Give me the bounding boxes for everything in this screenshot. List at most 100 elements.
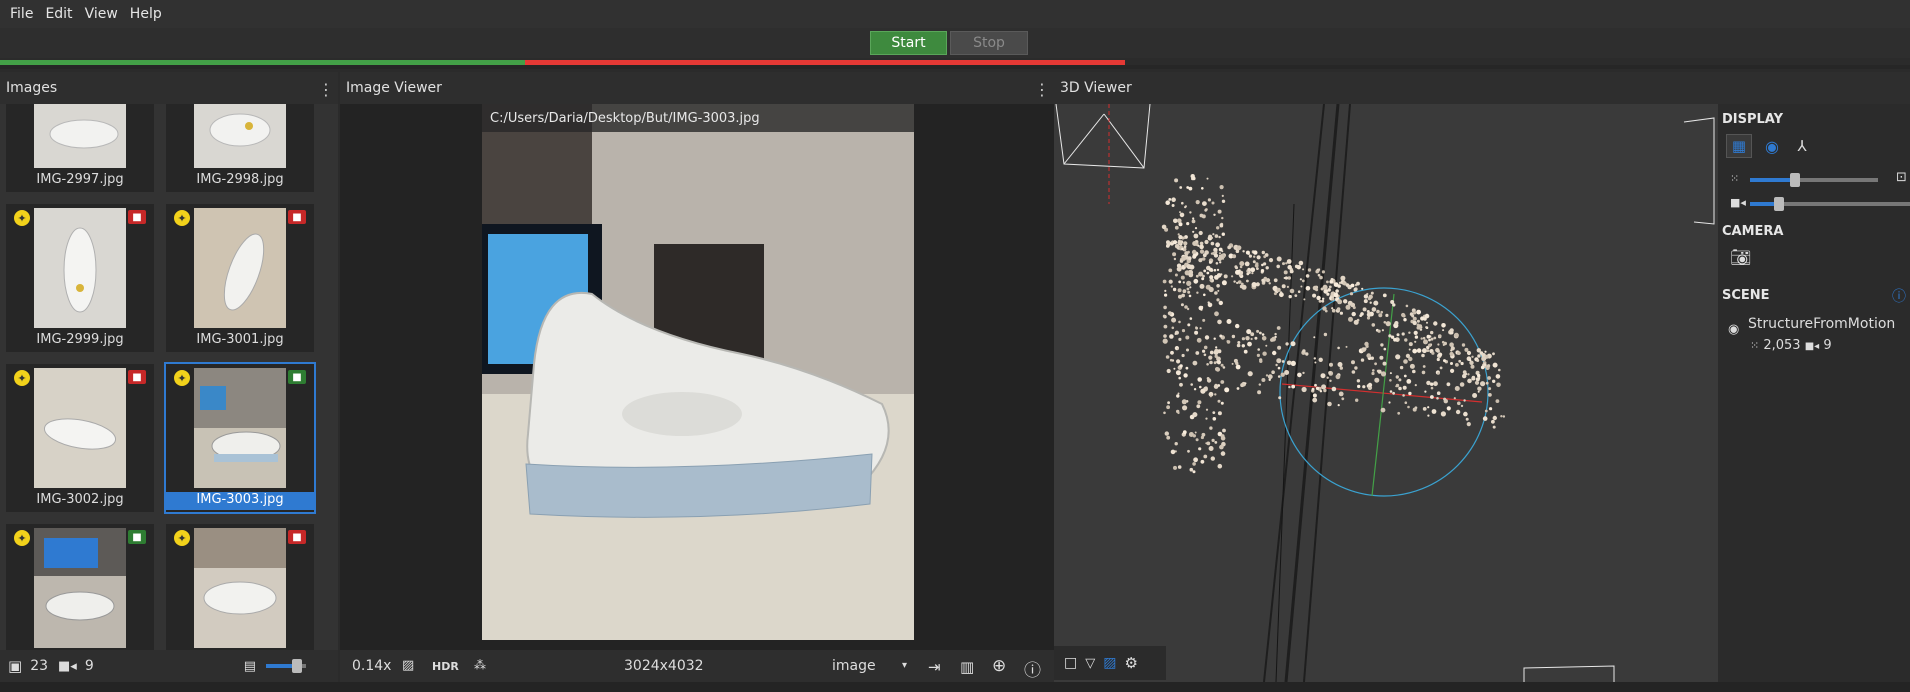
cloud-point [1244, 261, 1250, 267]
cloud-point [1213, 384, 1219, 389]
axis-display-icon[interactable]: ⅄ [1790, 134, 1814, 158]
start-button[interactable]: Start [870, 31, 947, 55]
cloud-point [1208, 267, 1213, 272]
cloud-point [1337, 299, 1343, 305]
cloud-point [1214, 234, 1219, 238]
cloud-point [1313, 357, 1316, 360]
thumbnail[interactable]: ✦ ■ IMG-3001.jpg [166, 204, 314, 352]
cloud-point [1436, 397, 1439, 400]
cloud-point [1217, 289, 1220, 292]
cloud-point [1414, 335, 1419, 339]
point-cloud [1055, 104, 1715, 682]
zoom-level[interactable]: 0.14x [352, 658, 391, 674]
cloud-point [1208, 446, 1214, 451]
cloud-point [1430, 386, 1434, 390]
cloud-point [1202, 349, 1206, 353]
thumbnail-size-icon[interactable]: ▤ [244, 659, 256, 674]
cloud-point [1212, 411, 1216, 414]
camera-count: 9 [84, 658, 94, 674]
cloud-point [1217, 399, 1221, 403]
cloud-point [1261, 336, 1267, 341]
cloud-point [1318, 357, 1323, 362]
cloud-point [1197, 244, 1200, 247]
thumbnail-selected[interactable]: ✦ ■ IMG-3003.jpg [164, 362, 316, 514]
thumbnail[interactable]: IMG-2997.jpg [6, 104, 154, 192]
cloud-point [1192, 412, 1198, 418]
cloud-point [1330, 278, 1334, 281]
thumbnail-size-slider[interactable] [266, 659, 307, 673]
scene-info-icon[interactable]: ⓘ [1892, 286, 1906, 306]
camera-snapshot-icon[interactable]: 📷︎ [1730, 248, 1752, 268]
cloud-point [1235, 323, 1240, 329]
cloud-point [1215, 346, 1218, 349]
thumbnail[interactable]: ✦ ■ IMG-3002.jpg [6, 364, 154, 512]
settings-icon[interactable]: ⚙ [1124, 654, 1137, 672]
visibility-eye-icon[interactable]: ◉ [1728, 322, 1739, 337]
grid-display-icon[interactable]: ▦ [1726, 134, 1752, 158]
scene-node-stats: ⁙ 2,053 ■◂ 9 [1750, 338, 1832, 353]
cloud-point [1250, 332, 1255, 337]
cloud-point [1276, 256, 1282, 262]
menu-help[interactable]: Help [124, 6, 168, 22]
gizmo-display-icon[interactable]: ◉ [1760, 134, 1784, 158]
camera-scale-slider[interactable] [1750, 197, 1910, 211]
cloud-point [1192, 470, 1196, 474]
cloud-point [1443, 397, 1447, 401]
bounding-box-icon[interactable]: □ [1064, 655, 1077, 671]
cloud-point [1170, 449, 1176, 455]
cloud-point [1376, 309, 1380, 314]
grid-toggle-icon[interactable]: ▨ [402, 658, 414, 673]
cloud-point [1177, 465, 1182, 469]
cloud-point [1261, 278, 1265, 283]
point-size-slider[interactable] [1750, 173, 1878, 187]
menu-file[interactable]: File [4, 6, 39, 22]
hdr-toggle[interactable]: HDR [432, 660, 459, 673]
chevron-down-icon[interactable]: ▾ [902, 660, 907, 671]
cloud-point [1355, 398, 1359, 402]
3d-viewport[interactable] [1054, 104, 1718, 682]
cloud-point [1423, 339, 1428, 345]
point-size-icon: ⁙ [1730, 172, 1740, 185]
scene-node-name[interactable]: StructureFromMotion [1748, 316, 1895, 332]
cloud-point [1224, 387, 1230, 393]
export-icon[interactable]: ⇥ [928, 658, 941, 676]
thumbnail[interactable]: IMG-2998.jpg [166, 104, 314, 192]
features-icon[interactable]: ⁂ [474, 658, 486, 672]
cloud-point [1204, 239, 1209, 245]
cloud-point [1370, 356, 1374, 360]
fit-view-icon[interactable]: ⊡ [1896, 170, 1907, 185]
cloud-point [1450, 346, 1455, 351]
cloud-point [1217, 411, 1222, 416]
grid-icon[interactable]: ▨ [1103, 655, 1116, 671]
cloud-point [1176, 347, 1179, 350]
cloud-point [1263, 262, 1267, 266]
thumbnail[interactable]: ✦ ■ [6, 524, 154, 650]
cloud-point [1192, 241, 1198, 246]
thumbnail[interactable]: ✦ ■ IMG-2999.jpg [6, 204, 154, 352]
info-icon[interactable]: ⓘ [1024, 656, 1041, 681]
cloud-point [1413, 330, 1418, 335]
cloud-point [1254, 336, 1258, 340]
cloud-point [1168, 279, 1173, 284]
images-menu-icon[interactable]: ⋮ [318, 80, 334, 99]
histogram-icon[interactable]: ▥ [960, 658, 974, 676]
images-panel-title: Images [6, 80, 58, 96]
cloud-point [1276, 326, 1281, 330]
globe-icon[interactable]: ⊕ [992, 656, 1006, 676]
image-mode-select[interactable]: image [832, 658, 876, 674]
viewer-menu-icon[interactable]: ⋮ [1034, 80, 1050, 99]
cloud-point [1162, 338, 1168, 344]
viewer-image[interactable]: C:/Users/Daria/Desktop/But/IMG-3003.jpg [482, 104, 914, 640]
cloud-point [1419, 328, 1423, 331]
menu-view[interactable]: View [79, 6, 124, 22]
cloud-point [1405, 304, 1409, 308]
thumbnail-image [194, 208, 286, 328]
cloud-point [1343, 299, 1348, 304]
stop-button[interactable]: Stop [950, 31, 1028, 55]
menu-edit[interactable]: Edit [39, 6, 78, 22]
cone-icon[interactable]: ▽ [1085, 656, 1095, 671]
cloud-point [1412, 407, 1417, 412]
cloud-point [1181, 201, 1184, 205]
thumbnail[interactable]: ✦ ■ [166, 524, 314, 650]
cloud-point [1202, 253, 1207, 258]
